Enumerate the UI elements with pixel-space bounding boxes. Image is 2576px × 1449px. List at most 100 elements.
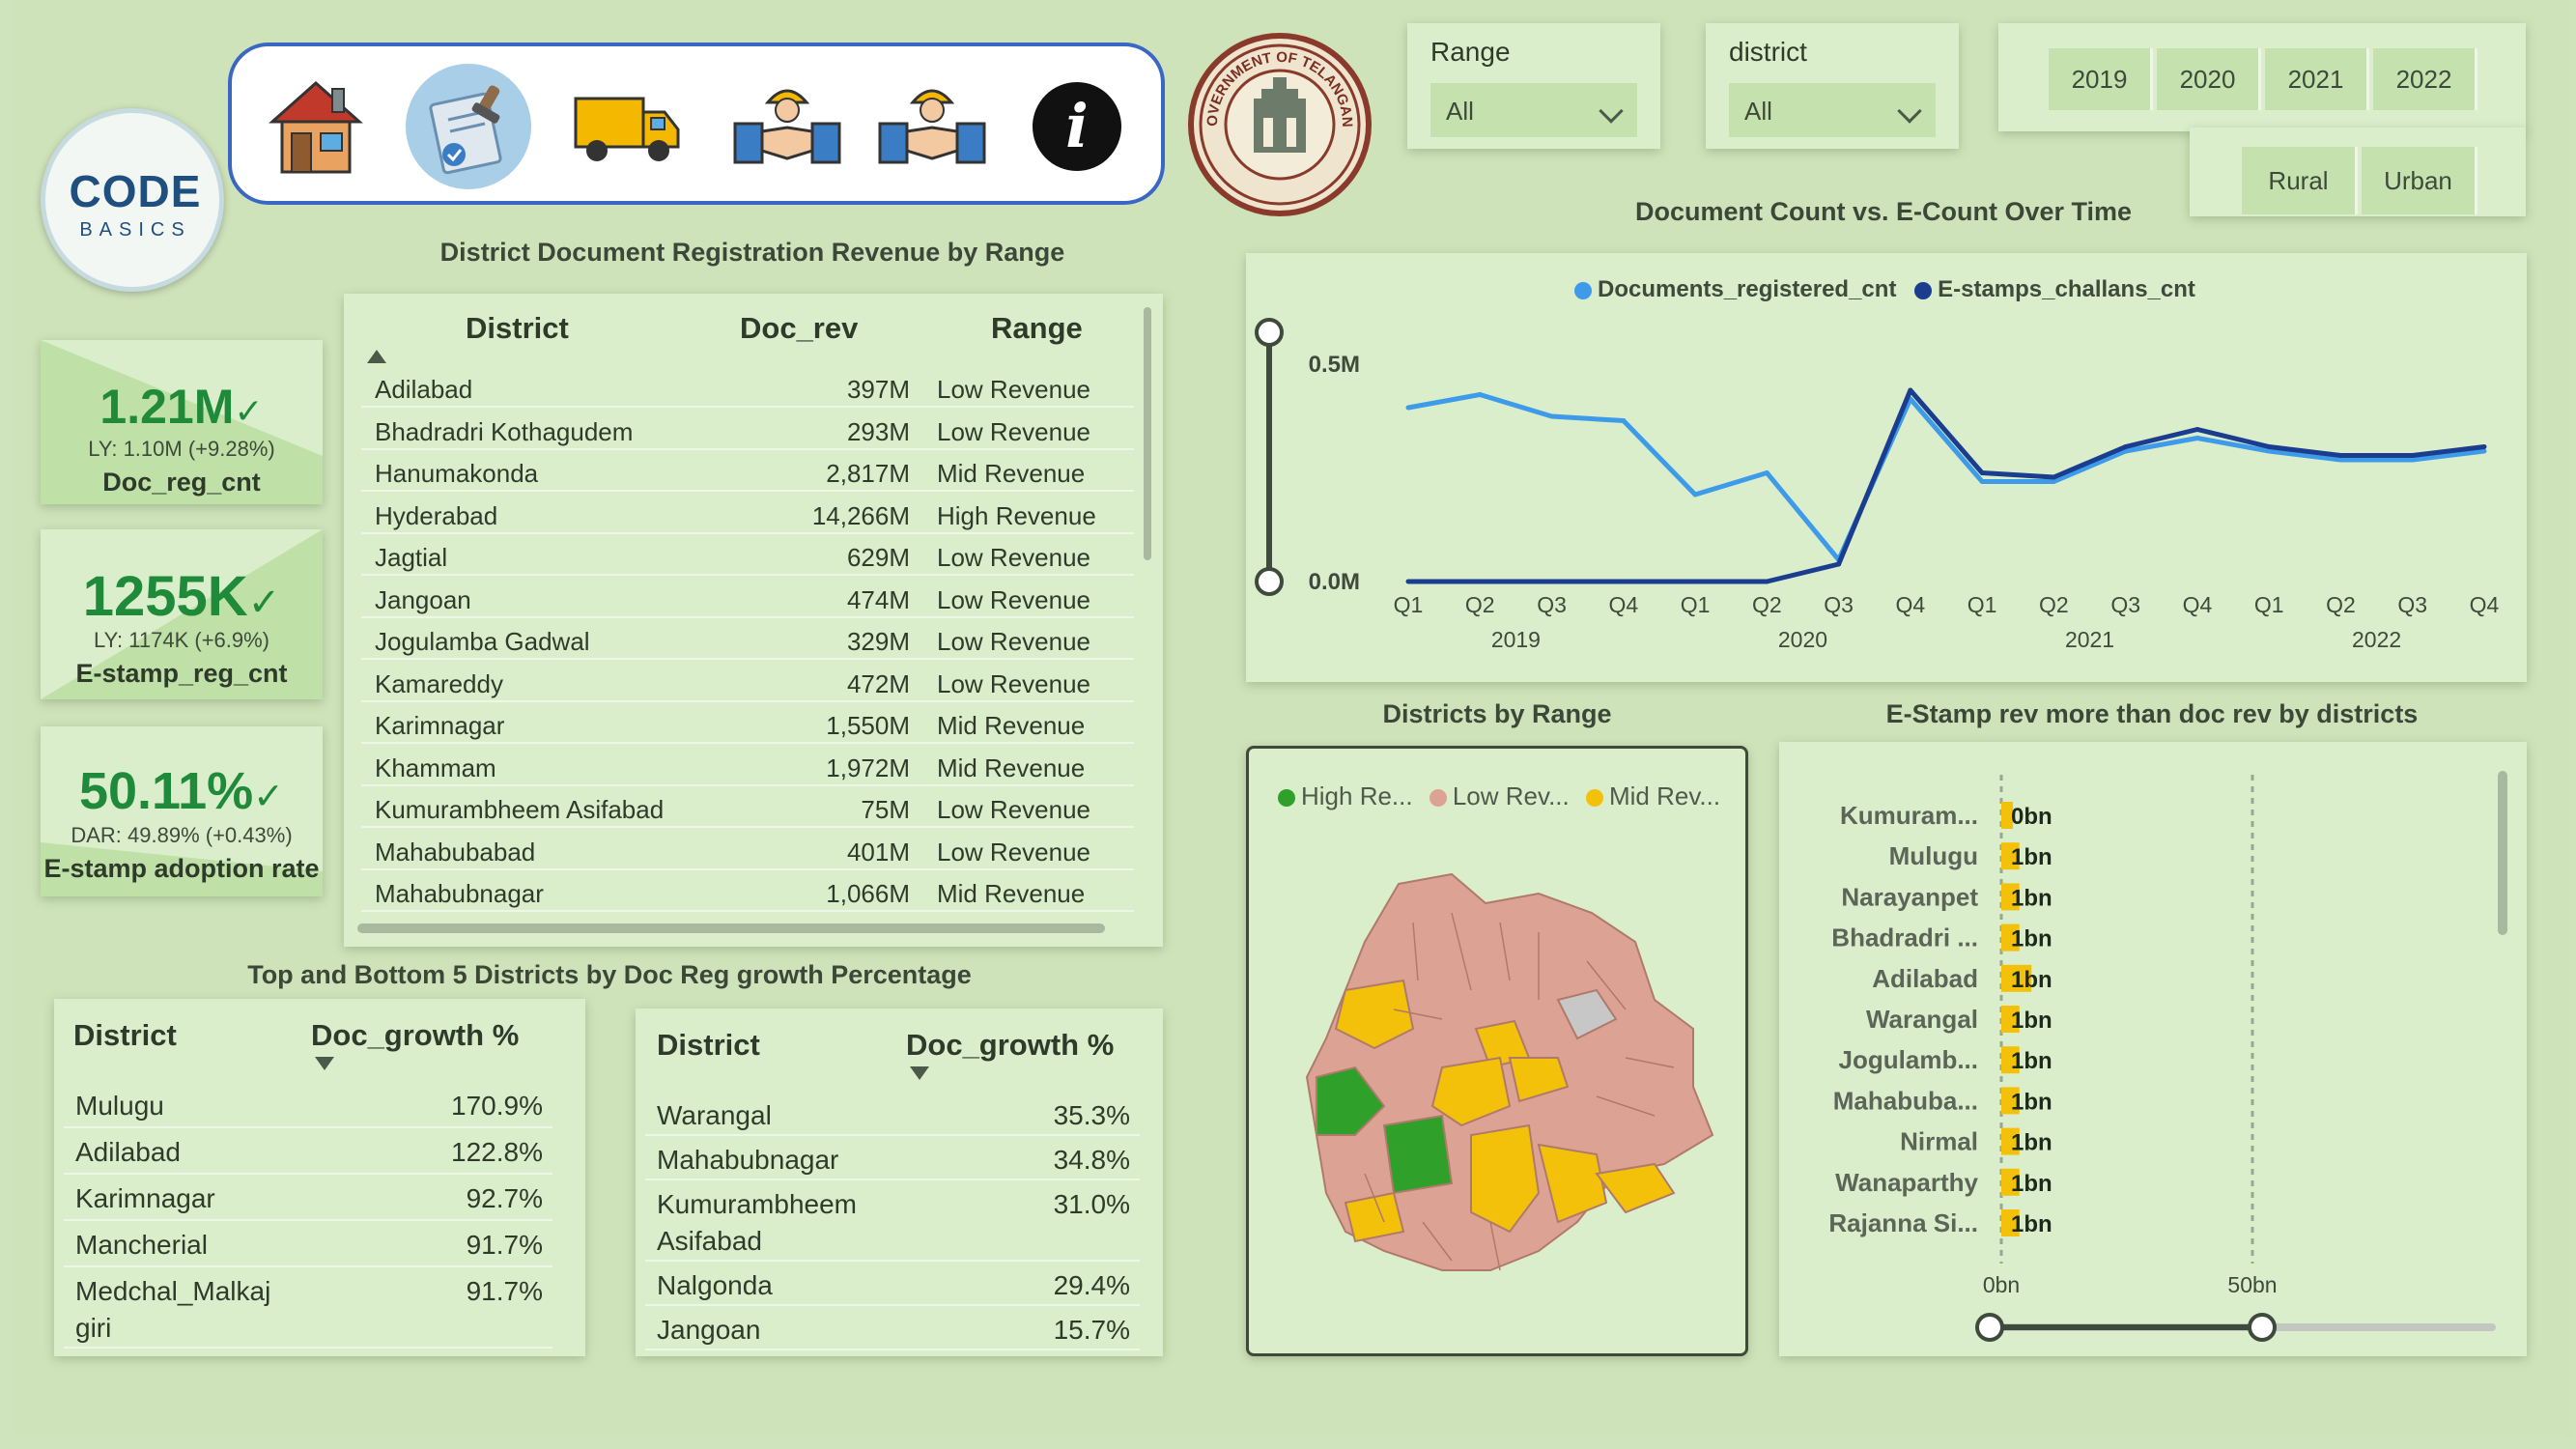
column-header-district[interactable]: District [73, 1018, 177, 1053]
table-row[interactable]: Jangoan 15.7% [645, 1306, 1140, 1350]
data-point[interactable] [2481, 444, 2487, 449]
doc-rev-cell: 2,817M [826, 459, 910, 488]
range-cell: Low Revenue [937, 543, 1090, 572]
data-point[interactable] [1764, 470, 1769, 475]
table-row[interactable]: Medchal_Malkaj giri 91.7% [64, 1267, 552, 1349]
data-point[interactable] [1549, 413, 1555, 419]
data-point[interactable] [1477, 392, 1483, 397]
district-dropdown[interactable]: All [1729, 83, 1936, 137]
data-point[interactable] [2051, 474, 2056, 480]
district-cell: Kumurambheem Asifabad [375, 795, 665, 824]
info-icon[interactable]: i [1014, 64, 1140, 189]
column-header-district[interactable]: District [657, 1028, 760, 1063]
range-dropdown[interactable]: All [1430, 83, 1637, 137]
data-point[interactable] [2337, 457, 2343, 463]
x-range-slider-handle-left[interactable] [1975, 1313, 2004, 1342]
data-point[interactable] [1405, 405, 1411, 411]
data-point[interactable] [1621, 579, 1627, 584]
data-point[interactable] [1405, 579, 1411, 584]
column-header-range[interactable]: Range [991, 311, 1083, 346]
data-point[interactable] [1692, 579, 1698, 584]
series-line-documents[interactable] [1407, 392, 2485, 562]
data-point[interactable] [1764, 579, 1769, 584]
sort-down-icon[interactable] [315, 1057, 334, 1070]
line-chart-title: Document Count vs. E-Count Over Time [1634, 197, 2133, 226]
table-row[interactable]: Adilabad 397M Low Revenue [361, 367, 1134, 408]
year-2021-button[interactable]: 2021 [2265, 48, 2369, 110]
column-header-doc-rev[interactable]: Doc_rev [740, 311, 858, 346]
data-point[interactable] [1692, 492, 1698, 497]
urban-button[interactable]: Urban [2362, 147, 2477, 214]
table-row[interactable]: Mahabubabad 401M Low Revenue [361, 830, 1134, 870]
telangana-map[interactable] [1249, 768, 1745, 1348]
data-point[interactable] [1477, 579, 1483, 584]
column-header-doc-growth[interactable]: Doc_growth % [311, 1018, 519, 1053]
district-cell: Hyderabad [375, 500, 498, 530]
data-point[interactable] [1979, 479, 1985, 484]
table-row[interactable]: Warangal 35.3% [645, 1092, 1140, 1136]
doc-rev-cell: 1,972M [826, 753, 910, 782]
table-row[interactable]: Mulugu 170.9% [64, 1082, 552, 1128]
data-point[interactable] [2051, 479, 2056, 484]
table-row[interactable]: Mahabubnagar 1,066M Mid Revenue [361, 871, 1134, 912]
sort-down-icon[interactable] [910, 1066, 929, 1080]
district-cell: Mahabubnagar [657, 1145, 839, 1175]
truck-icon[interactable] [565, 64, 691, 189]
data-point[interactable] [2410, 457, 2416, 463]
table-row[interactable]: Hanumakonda 2,817M Mid Revenue [361, 451, 1134, 492]
data-point[interactable] [2266, 444, 2272, 449]
doc-rev-cell: 401M [846, 837, 910, 867]
year-2022-button[interactable]: 2022 [2373, 48, 2477, 110]
data-point[interactable] [2194, 427, 2200, 432]
data-point[interactable] [2481, 448, 2487, 454]
vertical-scrollbar[interactable] [1144, 307, 1151, 560]
data-point[interactable] [2410, 453, 2416, 458]
year-2019-button[interactable]: 2019 [2049, 48, 2153, 110]
navigation-bar: i [228, 43, 1165, 205]
document-stamp-icon[interactable] [406, 64, 531, 189]
table-row[interactable]: Mahabubnagar 34.8% [645, 1136, 1140, 1180]
year-2020-button[interactable]: 2020 [2157, 48, 2261, 110]
table-row[interactable]: Jagtial 629M Low Revenue [361, 535, 1134, 576]
data-point[interactable] [1621, 418, 1627, 423]
bar-chart-scrollbar[interactable] [2498, 771, 2507, 935]
kpi-name: E-stamp_reg_cnt [75, 659, 288, 688]
table-row[interactable]: Mancherial 91.7% [64, 1221, 552, 1267]
table-row[interactable]: Kumurambheem Asifabad 31.0% [645, 1180, 1140, 1262]
x-tick-label: 0bn [1983, 1272, 2020, 1297]
data-point[interactable] [1979, 470, 1985, 475]
data-point[interactable] [1908, 387, 1913, 393]
table-row[interactable]: Karimnagar 1,550M Mid Revenue [361, 703, 1134, 744]
table-row[interactable]: Kamareddy 472M Low Revenue [361, 662, 1134, 702]
table-row[interactable]: Nalgonda 29.4% [645, 1262, 1140, 1306]
sort-up-icon[interactable] [367, 350, 386, 363]
data-point[interactable] [2266, 448, 2272, 454]
data-point[interactable] [1836, 561, 1842, 567]
x-tick-label: Q1 [1681, 592, 1711, 617]
table-row[interactable]: Jogulamba Gadwal 329M Low Revenue [361, 619, 1134, 660]
data-point[interactable] [2194, 436, 2200, 440]
y-range-slider-handle-top[interactable] [1255, 318, 1284, 347]
horizontal-scrollbar[interactable] [357, 923, 1105, 933]
handshake-icon[interactable] [724, 64, 850, 189]
column-header-district[interactable]: District [466, 311, 569, 346]
handshake-icon[interactable] [869, 64, 995, 189]
data-point[interactable] [2123, 444, 2129, 449]
range-cell: Low Revenue [937, 375, 1090, 404]
table-row[interactable]: Jangoan 474M Low Revenue [361, 578, 1134, 618]
x-tick-label: Q2 [2039, 592, 2069, 617]
x-range-slider-handle-right[interactable] [2248, 1313, 2277, 1342]
column-header-doc-growth[interactable]: Doc_growth % [906, 1028, 1114, 1063]
data-point[interactable] [2337, 453, 2343, 458]
y-range-slider-handle-bottom[interactable] [1255, 567, 1284, 596]
table-row[interactable]: Adilabad 122.8% [64, 1128, 552, 1175]
table-row[interactable]: Bhadradri Kothagudem 293M Low Revenue [361, 410, 1134, 450]
table-row[interactable]: Karimnagar 92.7% [64, 1175, 552, 1221]
data-point[interactable] [1549, 579, 1555, 584]
home-icon[interactable] [253, 64, 379, 189]
category-label: Nirmal [1900, 1127, 1978, 1156]
revenue-table-title: District Document Registration Revenue b… [439, 238, 1065, 267]
table-row[interactable]: Hyderabad 14,266M High Revenue [361, 494, 1134, 534]
table-row[interactable]: Kumurambheem Asifabad 75M Low Revenue [361, 787, 1134, 828]
table-row[interactable]: Khammam 1,972M Mid Revenue [361, 746, 1134, 786]
